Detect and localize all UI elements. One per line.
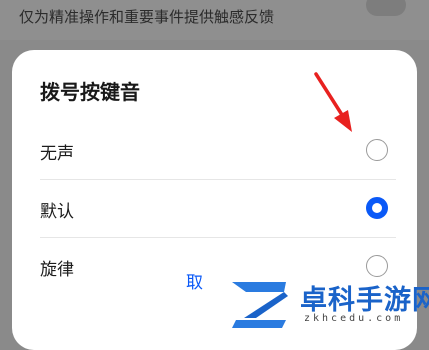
- option-default[interactable]: 默认: [12, 179, 417, 237]
- radio-button-checked[interactable]: [366, 197, 388, 219]
- haptic-feedback-description: 仅为精准操作和重要事件提供触感反馈: [19, 8, 275, 26]
- watermark-name: 卓科手游网: [300, 285, 429, 316]
- haptic-toggle[interactable]: [366, 0, 406, 16]
- option-label: 旋律: [40, 260, 74, 280]
- dialog-title: 拨号按键音: [40, 80, 140, 104]
- cancel-button[interactable]: 取: [186, 268, 203, 293]
- watermark-logo-icon: [232, 282, 288, 328]
- red-arrow-annotation-icon: [314, 72, 352, 132]
- option-label: 无声: [40, 144, 74, 164]
- watermark-domain: zkhcedu.com: [304, 313, 404, 324]
- radio-button-unchecked[interactable]: [366, 139, 388, 161]
- option-label: 默认: [40, 202, 74, 222]
- site-watermark: 卓科手游网 zkhcedu.com: [222, 270, 429, 335]
- background-setting-row: 仅为精准操作和重要事件提供触感反馈: [0, 0, 429, 40]
